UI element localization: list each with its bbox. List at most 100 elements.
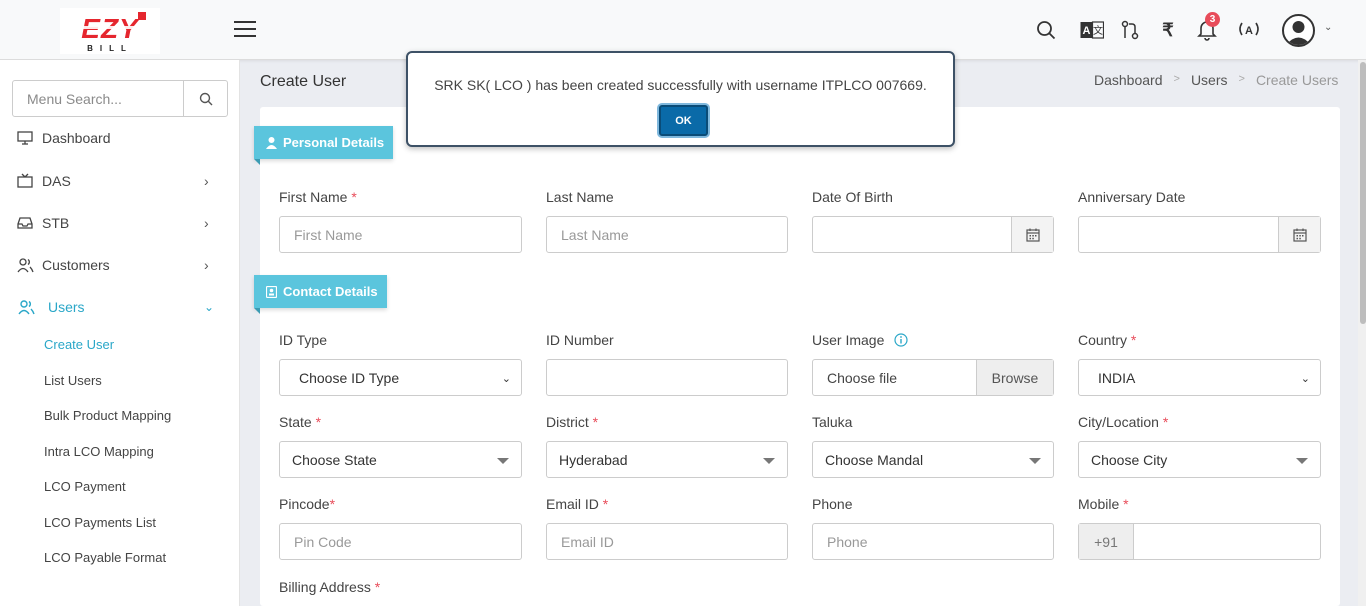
sidebar-item-dashboard[interactable]: Dashboard [0, 123, 240, 153]
required-mark: * [1123, 496, 1129, 512]
menu-search-input[interactable] [13, 81, 183, 116]
sidebar-item-label: Dashboard [42, 130, 111, 146]
ezybill-logo[interactable]: EZY BILL [60, 8, 160, 54]
chevron-right-icon: > [1238, 73, 1245, 85]
info-icon[interactable] [894, 333, 908, 350]
required-mark: * [592, 414, 599, 430]
mobile-label: Mobile * [1078, 496, 1129, 512]
compare-icon[interactable] [1118, 18, 1142, 42]
dob-label: Date Of Birth [812, 189, 893, 205]
required-mark: * [1130, 332, 1137, 348]
district-label: District * [546, 414, 598, 430]
select-value: Choose City [1091, 451, 1168, 468]
svg-text:A: A [1083, 25, 1091, 37]
anniversary-label: Anniversary Date [1078, 189, 1186, 205]
breadcrumb-dashboard[interactable]: Dashboard [1094, 72, 1163, 88]
menu-search [12, 80, 228, 117]
email-label: Email ID * [546, 496, 608, 512]
notification-badge: 3 [1205, 12, 1220, 27]
calendar-icon[interactable] [1011, 217, 1053, 252]
sidebar-subitem-lco-payable-format[interactable]: LCO Payable Format [44, 550, 166, 565]
chevron-right-icon: > [1173, 73, 1180, 85]
required-mark: * [351, 189, 357, 205]
pincode-label: Pincode* [279, 496, 335, 512]
select-value: INDIA [1098, 369, 1136, 386]
label-text: City/Location [1078, 414, 1159, 430]
sidebar-item-customers[interactable]: Customers › [0, 250, 240, 280]
dropdown-arrow-icon [497, 458, 509, 464]
user-image-file-input[interactable]: Choose file Browse [812, 359, 1054, 396]
taluka-select[interactable]: Choose Mandal [812, 441, 1054, 478]
calendar-icon[interactable] [1278, 217, 1320, 252]
breadcrumb-users[interactable]: Users [1191, 72, 1228, 88]
svg-text:文: 文 [1093, 24, 1103, 37]
country-code-prefix: +91 [1079, 524, 1134, 559]
dob-input[interactable] [812, 216, 1054, 253]
taluka-label: Taluka [812, 414, 853, 430]
last-name-label: Last Name [546, 189, 614, 205]
select-value: Choose Mandal [825, 451, 924, 468]
monitor-icon [16, 129, 34, 147]
chevron-right-icon: › [204, 215, 209, 231]
dropdown-arrow-icon [1296, 458, 1308, 464]
required-mark: * [315, 414, 322, 430]
browse-button[interactable]: Browse [976, 360, 1053, 395]
pincode-input[interactable]: Pin Code [279, 523, 522, 560]
ok-button[interactable]: OK [659, 105, 708, 136]
person-icon [266, 136, 277, 149]
country-label: Country * [1078, 332, 1136, 348]
sidebar-item-users[interactable]: Users ⌄ [0, 292, 240, 322]
sidebar-item-stb[interactable]: STB › [0, 208, 240, 238]
sidebar-item-das[interactable]: DAS › [0, 166, 240, 196]
first-name-input[interactable]: First Name [279, 216, 522, 253]
users-icon [18, 298, 36, 316]
sidebar-item-label: STB [42, 215, 70, 231]
label-text: Mobile [1078, 496, 1120, 512]
last-name-input[interactable]: Last Name [546, 216, 788, 253]
country-select[interactable]: INDIA ⌄ [1078, 359, 1321, 396]
id-type-select[interactable]: Choose ID Type ⌄ [279, 359, 522, 396]
id-number-input[interactable] [546, 359, 788, 396]
menu-search-button[interactable] [183, 81, 228, 116]
billing-address-label: Billing Address * [279, 579, 380, 595]
dropdown-arrow-icon [1029, 458, 1041, 464]
translate-icon[interactable]: A文 [1080, 18, 1104, 42]
label-text: Pincode [279, 496, 330, 512]
sidebar-item-label: Customers [42, 257, 110, 273]
district-select[interactable]: Hyderabad [546, 441, 788, 478]
phone-input[interactable]: Phone [812, 523, 1054, 560]
user-avatar-icon[interactable] [1282, 14, 1315, 47]
section-title: Personal Details [283, 135, 385, 150]
sidebar-subitem-lco-payments-list[interactable]: LCO Payments List [44, 515, 156, 530]
state-select[interactable]: Choose State [279, 441, 522, 478]
sidebar-subitem-bulk-product-mapping[interactable]: Bulk Product Mapping [44, 408, 171, 423]
chevron-down-icon[interactable]: ⌄ [1324, 22, 1332, 33]
sidebar-subitem-intra-lco-mapping[interactable]: Intra LCO Mapping [44, 444, 154, 459]
mobile-input[interactable]: +91 [1078, 523, 1321, 560]
anniversary-input[interactable] [1078, 216, 1321, 253]
id-number-label: ID Number [546, 332, 614, 348]
broadcast-icon[interactable]: A [1237, 18, 1261, 42]
vertical-scrollbar-thumb[interactable] [1360, 62, 1366, 324]
user-image-label: User Image [812, 332, 885, 348]
menu-toggle-button[interactable] [234, 21, 256, 39]
city-label: City/Location * [1078, 414, 1168, 430]
tag-fold [254, 159, 260, 165]
sidebar-item-label: Users [48, 299, 85, 315]
section-contact-details: Contact Details [254, 275, 387, 308]
label-text: State [279, 414, 312, 430]
sidebar-item-label: DAS [42, 173, 71, 189]
select-value: Choose ID Type [299, 369, 400, 386]
state-label: State * [279, 414, 321, 430]
email-input[interactable]: Email ID [546, 523, 788, 560]
contact-card-icon [266, 285, 277, 298]
sidebar-subitem-create-user[interactable]: Create User [44, 337, 114, 352]
dropdown-arrow-icon [763, 458, 775, 464]
sidebar-subitem-list-users[interactable]: List Users [44, 373, 102, 388]
sidebar-subitem-lco-payment[interactable]: LCO Payment [44, 479, 126, 494]
svg-text:A: A [1245, 25, 1253, 37]
rupee-icon[interactable]: ₹ [1156, 18, 1180, 42]
city-select[interactable]: Choose City [1078, 441, 1321, 478]
required-mark: * [602, 496, 609, 512]
search-icon[interactable] [1034, 18, 1058, 42]
